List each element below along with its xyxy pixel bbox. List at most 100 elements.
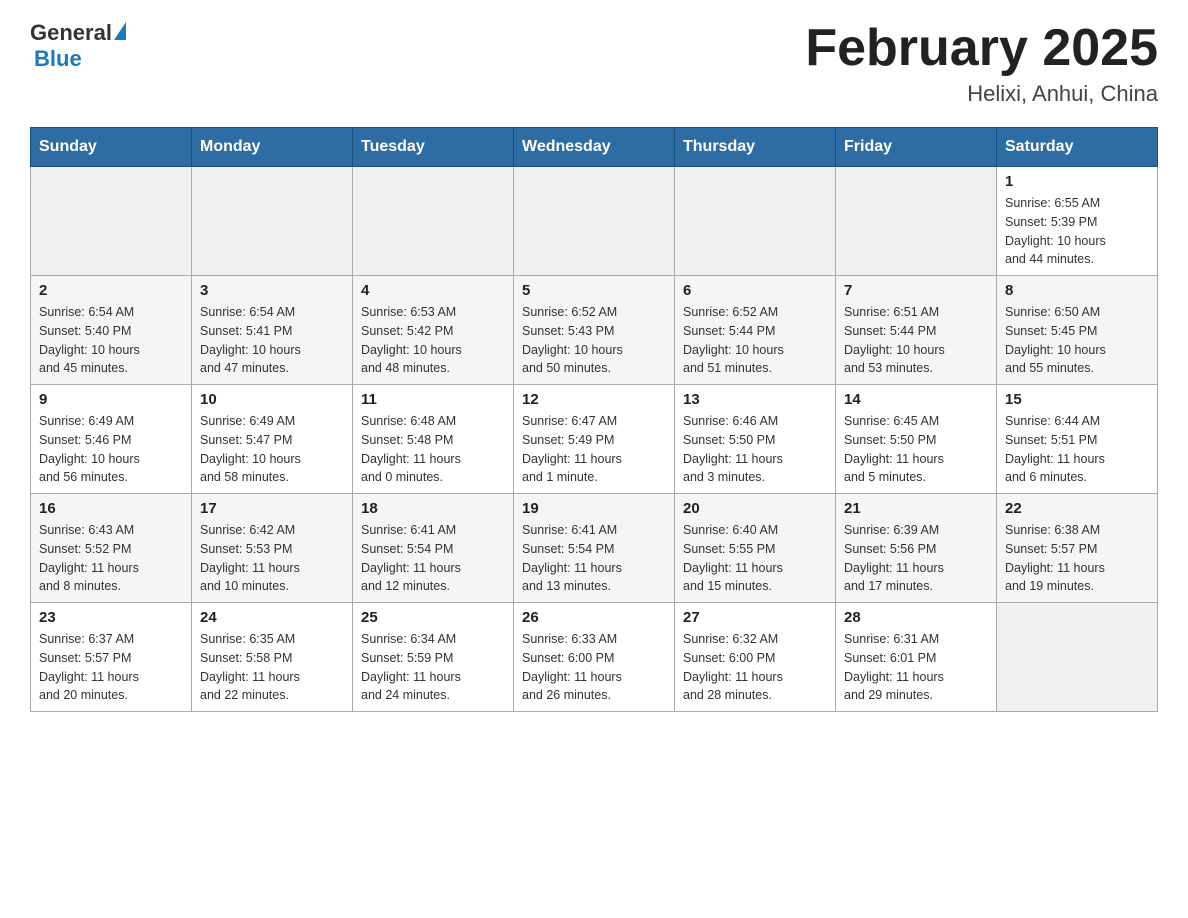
day-info: Sunrise: 6:50 AM Sunset: 5:45 PM Dayligh… (1005, 303, 1149, 378)
weekday-header-tuesday: Tuesday (353, 128, 514, 167)
title-section: February 2025 Helixi, Anhui, China (805, 20, 1158, 107)
day-number: 23 (39, 609, 183, 626)
day-number: 16 (39, 500, 183, 517)
day-info: Sunrise: 6:35 AM Sunset: 5:58 PM Dayligh… (200, 630, 344, 705)
day-number: 27 (683, 609, 827, 626)
day-number: 7 (844, 282, 988, 299)
calendar-cell: 5 Sunrise: 6:52 AM Sunset: 5:43 PM Daylig… (514, 276, 675, 385)
day-info: Sunrise: 6:39 AM Sunset: 5:56 PM Dayligh… (844, 521, 988, 596)
day-info: Sunrise: 6:43 AM Sunset: 5:52 PM Dayligh… (39, 521, 183, 596)
calendar-cell: 11 Sunrise: 6:48 AM Sunset: 5:48 PM Dayli… (353, 385, 514, 494)
month-title: February 2025 (805, 20, 1158, 77)
calendar-cell: 9 Sunrise: 6:49 AM Sunset: 5:46 PM Daylig… (31, 385, 192, 494)
day-number: 2 (39, 282, 183, 299)
day-number: 1 (1005, 173, 1149, 190)
day-info: Sunrise: 6:31 AM Sunset: 6:01 PM Dayligh… (844, 630, 988, 705)
calendar-cell: 14 Sunrise: 6:45 AM Sunset: 5:50 PM Dayli… (836, 385, 997, 494)
calendar-cell: 16 Sunrise: 6:43 AM Sunset: 5:52 PM Dayli… (31, 494, 192, 603)
calendar-cell: 20 Sunrise: 6:40 AM Sunset: 5:55 PM Dayli… (675, 494, 836, 603)
calendar-table: SundayMondayTuesdayWednesdayThursdayFrid… (30, 127, 1158, 712)
day-number: 14 (844, 391, 988, 408)
calendar-cell: 27 Sunrise: 6:32 AM Sunset: 6:00 PM Dayli… (675, 603, 836, 712)
day-info: Sunrise: 6:54 AM Sunset: 5:41 PM Dayligh… (200, 303, 344, 378)
day-number: 22 (1005, 500, 1149, 517)
day-number: 9 (39, 391, 183, 408)
calendar-cell (836, 167, 997, 276)
day-number: 24 (200, 609, 344, 626)
day-info: Sunrise: 6:42 AM Sunset: 5:53 PM Dayligh… (200, 521, 344, 596)
calendar-cell: 6Sunrise: 6:52 AM Sunset: 5:44 PM Daylig… (675, 276, 836, 385)
calendar-cell: 7Sunrise: 6:51 AM Sunset: 5:44 PM Daylig… (836, 276, 997, 385)
calendar-cell: 21 Sunrise: 6:39 AM Sunset: 5:56 PM Dayli… (836, 494, 997, 603)
day-info: Sunrise: 6:45 AM Sunset: 5:50 PM Dayligh… (844, 412, 988, 487)
day-number: 11 (361, 391, 505, 408)
logo-triangle-icon (114, 22, 126, 40)
calendar-cell: 18 Sunrise: 6:41 AM Sunset: 5:54 PM Dayli… (353, 494, 514, 603)
calendar-cell: 25 Sunrise: 6:34 AM Sunset: 5:59 PM Dayli… (353, 603, 514, 712)
calendar-cell: 8 Sunrise: 6:50 AM Sunset: 5:45 PM Daylig… (997, 276, 1158, 385)
day-number: 8 (1005, 282, 1149, 299)
day-number: 26 (522, 609, 666, 626)
day-info: Sunrise: 6:49 AM Sunset: 5:47 PM Dayligh… (200, 412, 344, 487)
calendar-cell: 15 Sunrise: 6:44 AM Sunset: 5:51 PM Dayli… (997, 385, 1158, 494)
calendar-cell (675, 167, 836, 276)
day-number: 25 (361, 609, 505, 626)
calendar-cell (997, 603, 1158, 712)
day-number: 3 (200, 282, 344, 299)
logo: General Blue (30, 20, 126, 72)
calendar-cell (514, 167, 675, 276)
calendar-cell: 4Sunrise: 6:53 AM Sunset: 5:42 PM Daylig… (353, 276, 514, 385)
calendar-cell: 26 Sunrise: 6:33 AM Sunset: 6:00 PM Dayli… (514, 603, 675, 712)
day-number: 21 (844, 500, 988, 517)
calendar-week-row: 16 Sunrise: 6:43 AM Sunset: 5:52 PM Dayli… (31, 494, 1158, 603)
calendar-cell: 1 Sunrise: 6:55 AM Sunset: 5:39 PM Daylig… (997, 167, 1158, 276)
day-number: 20 (683, 500, 827, 517)
calendar-cell: 28 Sunrise: 6:31 AM Sunset: 6:01 PM Dayli… (836, 603, 997, 712)
day-number: 5 (522, 282, 666, 299)
day-number: 13 (683, 391, 827, 408)
calendar-cell: 24 Sunrise: 6:35 AM Sunset: 5:58 PM Dayli… (192, 603, 353, 712)
page-header: General Blue February 2025 Helixi, Anhui… (30, 20, 1158, 107)
day-info: Sunrise: 6:33 AM Sunset: 6:00 PM Dayligh… (522, 630, 666, 705)
day-number: 18 (361, 500, 505, 517)
day-info: Sunrise: 6:41 AM Sunset: 5:54 PM Dayligh… (361, 521, 505, 596)
calendar-cell (192, 167, 353, 276)
calendar-cell: 19 Sunrise: 6:41 AM Sunset: 5:54 PM Dayli… (514, 494, 675, 603)
day-number: 4 (361, 282, 505, 299)
day-info: Sunrise: 6:38 AM Sunset: 5:57 PM Dayligh… (1005, 521, 1149, 596)
calendar-week-row: 9 Sunrise: 6:49 AM Sunset: 5:46 PM Daylig… (31, 385, 1158, 494)
location-title: Helixi, Anhui, China (805, 81, 1158, 107)
weekday-header-wednesday: Wednesday (514, 128, 675, 167)
day-info: Sunrise: 6:49 AM Sunset: 5:46 PM Dayligh… (39, 412, 183, 487)
calendar-cell: 12 Sunrise: 6:47 AM Sunset: 5:49 PM Dayli… (514, 385, 675, 494)
day-info: Sunrise: 6:52 AM Sunset: 5:43 PM Dayligh… (522, 303, 666, 378)
day-info: Sunrise: 6:47 AM Sunset: 5:49 PM Dayligh… (522, 412, 666, 487)
calendar-week-row: 23 Sunrise: 6:37 AM Sunset: 5:57 PM Dayli… (31, 603, 1158, 712)
calendar-week-row: 1 Sunrise: 6:55 AM Sunset: 5:39 PM Daylig… (31, 167, 1158, 276)
day-info: Sunrise: 6:48 AM Sunset: 5:48 PM Dayligh… (361, 412, 505, 487)
day-info: Sunrise: 6:32 AM Sunset: 6:00 PM Dayligh… (683, 630, 827, 705)
calendar-cell (31, 167, 192, 276)
day-info: Sunrise: 6:40 AM Sunset: 5:55 PM Dayligh… (683, 521, 827, 596)
day-info: Sunrise: 6:37 AM Sunset: 5:57 PM Dayligh… (39, 630, 183, 705)
day-number: 10 (200, 391, 344, 408)
calendar-cell: 13 Sunrise: 6:46 AM Sunset: 5:50 PM Dayli… (675, 385, 836, 494)
day-info: Sunrise: 6:41 AM Sunset: 5:54 PM Dayligh… (522, 521, 666, 596)
weekday-header-sunday: Sunday (31, 128, 192, 167)
calendar-cell: 3 Sunrise: 6:54 AM Sunset: 5:41 PM Daylig… (192, 276, 353, 385)
day-info: Sunrise: 6:44 AM Sunset: 5:51 PM Dayligh… (1005, 412, 1149, 487)
day-info: Sunrise: 6:34 AM Sunset: 5:59 PM Dayligh… (361, 630, 505, 705)
day-number: 15 (1005, 391, 1149, 408)
day-info: Sunrise: 6:55 AM Sunset: 5:39 PM Dayligh… (1005, 194, 1149, 269)
day-number: 28 (844, 609, 988, 626)
day-info: Sunrise: 6:46 AM Sunset: 5:50 PM Dayligh… (683, 412, 827, 487)
calendar-week-row: 2 Sunrise: 6:54 AM Sunset: 5:40 PM Daylig… (31, 276, 1158, 385)
weekday-header-thursday: Thursday (675, 128, 836, 167)
calendar-cell: 23 Sunrise: 6:37 AM Sunset: 5:57 PM Dayli… (31, 603, 192, 712)
day-number: 6 (683, 282, 827, 299)
day-number: 12 (522, 391, 666, 408)
day-info: Sunrise: 6:54 AM Sunset: 5:40 PM Dayligh… (39, 303, 183, 378)
logo-blue-text: Blue (34, 46, 82, 72)
logo-general-text: General (30, 20, 112, 46)
day-number: 19 (522, 500, 666, 517)
